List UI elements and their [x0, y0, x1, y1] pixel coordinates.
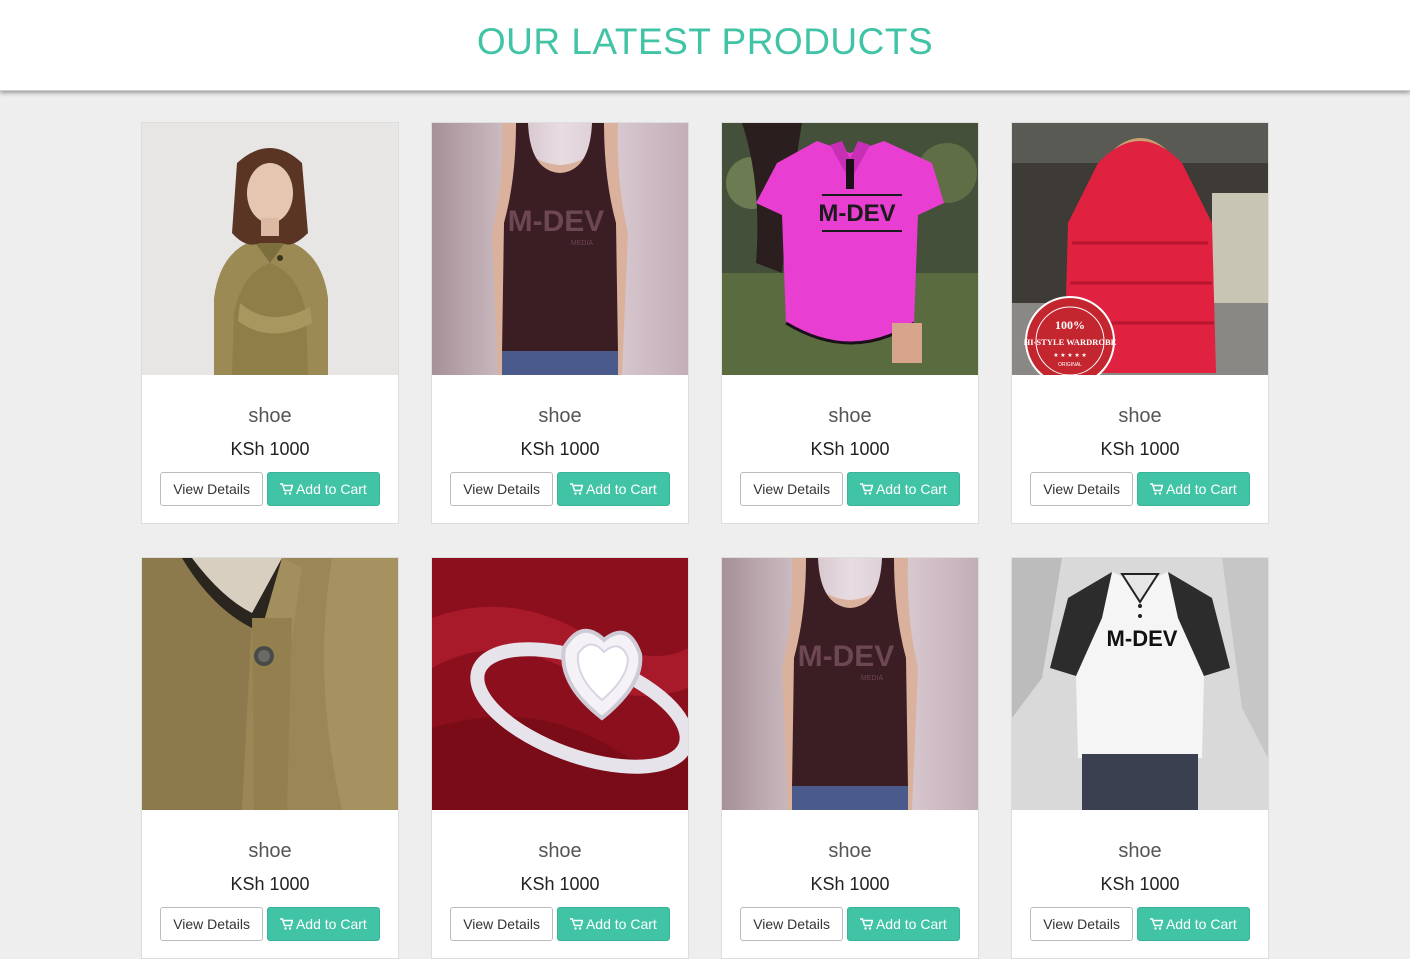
product-card: M-DEV MEDIA shoe KSh 1000 View Details Ad…	[721, 557, 979, 959]
product-price: KSh 1000	[1100, 439, 1180, 459]
product-price: KSh 1000	[230, 874, 310, 894]
view-details-button[interactable]: View Details	[740, 907, 843, 941]
shopping-cart-icon	[1149, 918, 1163, 930]
product-title: shoe	[1118, 840, 1162, 862]
view-details-button[interactable]: View Details	[740, 472, 843, 506]
product-title: shoe	[1118, 405, 1162, 427]
svg-text:ORIGINAL: ORIGINAL	[1058, 362, 1082, 368]
view-details-button[interactable]: View Details	[450, 907, 553, 941]
shopping-cart-icon	[279, 918, 293, 930]
shopping-cart-icon	[569, 483, 583, 495]
svg-text:HI-STYLE WARDROBE: HI-STYLE WARDROBE	[1024, 337, 1117, 347]
product-image-red-puffer-jacket[interactable]: 100% HI-STYLE WARDROBE ★ ★ ★ ★ ★ ORIGINA…	[1012, 123, 1268, 375]
add-to-cart-label: Add to Cart	[295, 481, 367, 497]
page-header: OUR LATEST PRODUCTS	[0, 0, 1410, 91]
product-card: 100% HI-STYLE WARDROBE ★ ★ ★ ★ ★ ORIGINA…	[1011, 122, 1269, 524]
product-card: M-DEV shoe KSh 1000 View Details Add to C…	[1011, 557, 1269, 959]
add-to-cart-label: Add to Cart	[585, 481, 657, 497]
product-price: KSh 1000	[810, 874, 890, 894]
shopping-cart-icon	[569, 918, 583, 930]
product-price: KSh 1000	[520, 439, 600, 459]
add-to-cart-label: Add to Cart	[295, 916, 367, 932]
add-to-cart-button[interactable]: Add to Cart	[556, 907, 670, 941]
mdev-print: M-DEV	[508, 205, 605, 238]
shopping-cart-icon	[1149, 483, 1163, 495]
product-image-tank-top-mdev[interactable]: M-DEV MEDIA	[432, 123, 688, 375]
mdev-print: M-DEV	[1107, 626, 1178, 651]
svg-text:100%: 100%	[1055, 318, 1085, 332]
product-price: KSh 1000	[1100, 874, 1180, 894]
product-image-olive-jacket-collar[interactable]	[142, 558, 398, 810]
mdev-print: M-DEV	[798, 640, 895, 673]
product-price: KSh 1000	[230, 439, 310, 459]
add-to-cart-label: Add to Cart	[585, 916, 657, 932]
view-details-button[interactable]: View Details	[160, 907, 263, 941]
add-to-cart-button[interactable]: Add to Cart	[266, 907, 380, 941]
add-to-cart-label: Add to Cart	[1165, 916, 1237, 932]
product-image-tank-top-mdev[interactable]: M-DEV MEDIA	[722, 558, 978, 810]
add-to-cart-button[interactable]: Add to Cart	[1136, 472, 1250, 506]
product-image-white-polo-mdev[interactable]: M-DEV	[1012, 558, 1268, 810]
add-to-cart-label: Add to Cart	[875, 916, 947, 932]
page-title: OUR LATEST PRODUCTS	[476, 21, 934, 62]
product-title: shoe	[538, 840, 582, 862]
product-title: shoe	[248, 405, 292, 427]
view-details-button[interactable]: View Details	[450, 472, 553, 506]
add-to-cart-button[interactable]: Add to Cart	[846, 472, 960, 506]
view-details-button[interactable]: View Details	[160, 472, 263, 506]
product-price: KSh 1000	[810, 439, 890, 459]
add-to-cart-button[interactable]: Add to Cart	[1136, 907, 1250, 941]
product-card: shoe KSh 1000 View Details Add to Cart	[141, 122, 399, 524]
svg-text:★ ★ ★ ★ ★: ★ ★ ★ ★ ★	[1053, 352, 1087, 359]
product-title: shoe	[248, 840, 292, 862]
add-to-cart-button[interactable]: Add to Cart	[266, 472, 380, 506]
shopping-cart-icon	[859, 483, 873, 495]
add-to-cart-button[interactable]: Add to Cart	[556, 472, 670, 506]
product-card: M-DEV shoe KSh 1000 View Details Add to C…	[721, 122, 979, 524]
product-image-diamond-heart-ring[interactable]	[432, 558, 688, 810]
product-card: shoe KSh 1000 View Details Add to Cart	[141, 557, 399, 959]
product-title: shoe	[538, 405, 582, 427]
product-title: shoe	[828, 405, 872, 427]
add-to-cart-label: Add to Cart	[1165, 481, 1237, 497]
svg-text:MEDIA: MEDIA	[571, 240, 594, 247]
add-to-cart-button[interactable]: Add to Cart	[846, 907, 960, 941]
shopping-cart-icon	[279, 483, 293, 495]
product-grid: shoe KSh 1000 View Details Add to Cart M-…	[0, 0, 1410, 959]
product-card: M-DEV MEDIA shoe KSh 1000 View Details Ad…	[431, 122, 689, 524]
product-title: shoe	[828, 840, 872, 862]
view-details-button[interactable]: View Details	[1030, 472, 1133, 506]
mdev-print: M-DEV	[818, 200, 895, 227]
product-image-pink-polo-mdev[interactable]: M-DEV	[722, 123, 978, 375]
shopping-cart-icon	[859, 918, 873, 930]
svg-text:MEDIA: MEDIA	[861, 675, 884, 682]
product-card: shoe KSh 1000 View Details Add to Cart	[431, 557, 689, 959]
add-to-cart-label: Add to Cart	[875, 481, 947, 497]
product-price: KSh 1000	[520, 874, 600, 894]
product-image-olive-jacket-woman[interactable]	[142, 123, 398, 375]
view-details-button[interactable]: View Details	[1030, 907, 1133, 941]
